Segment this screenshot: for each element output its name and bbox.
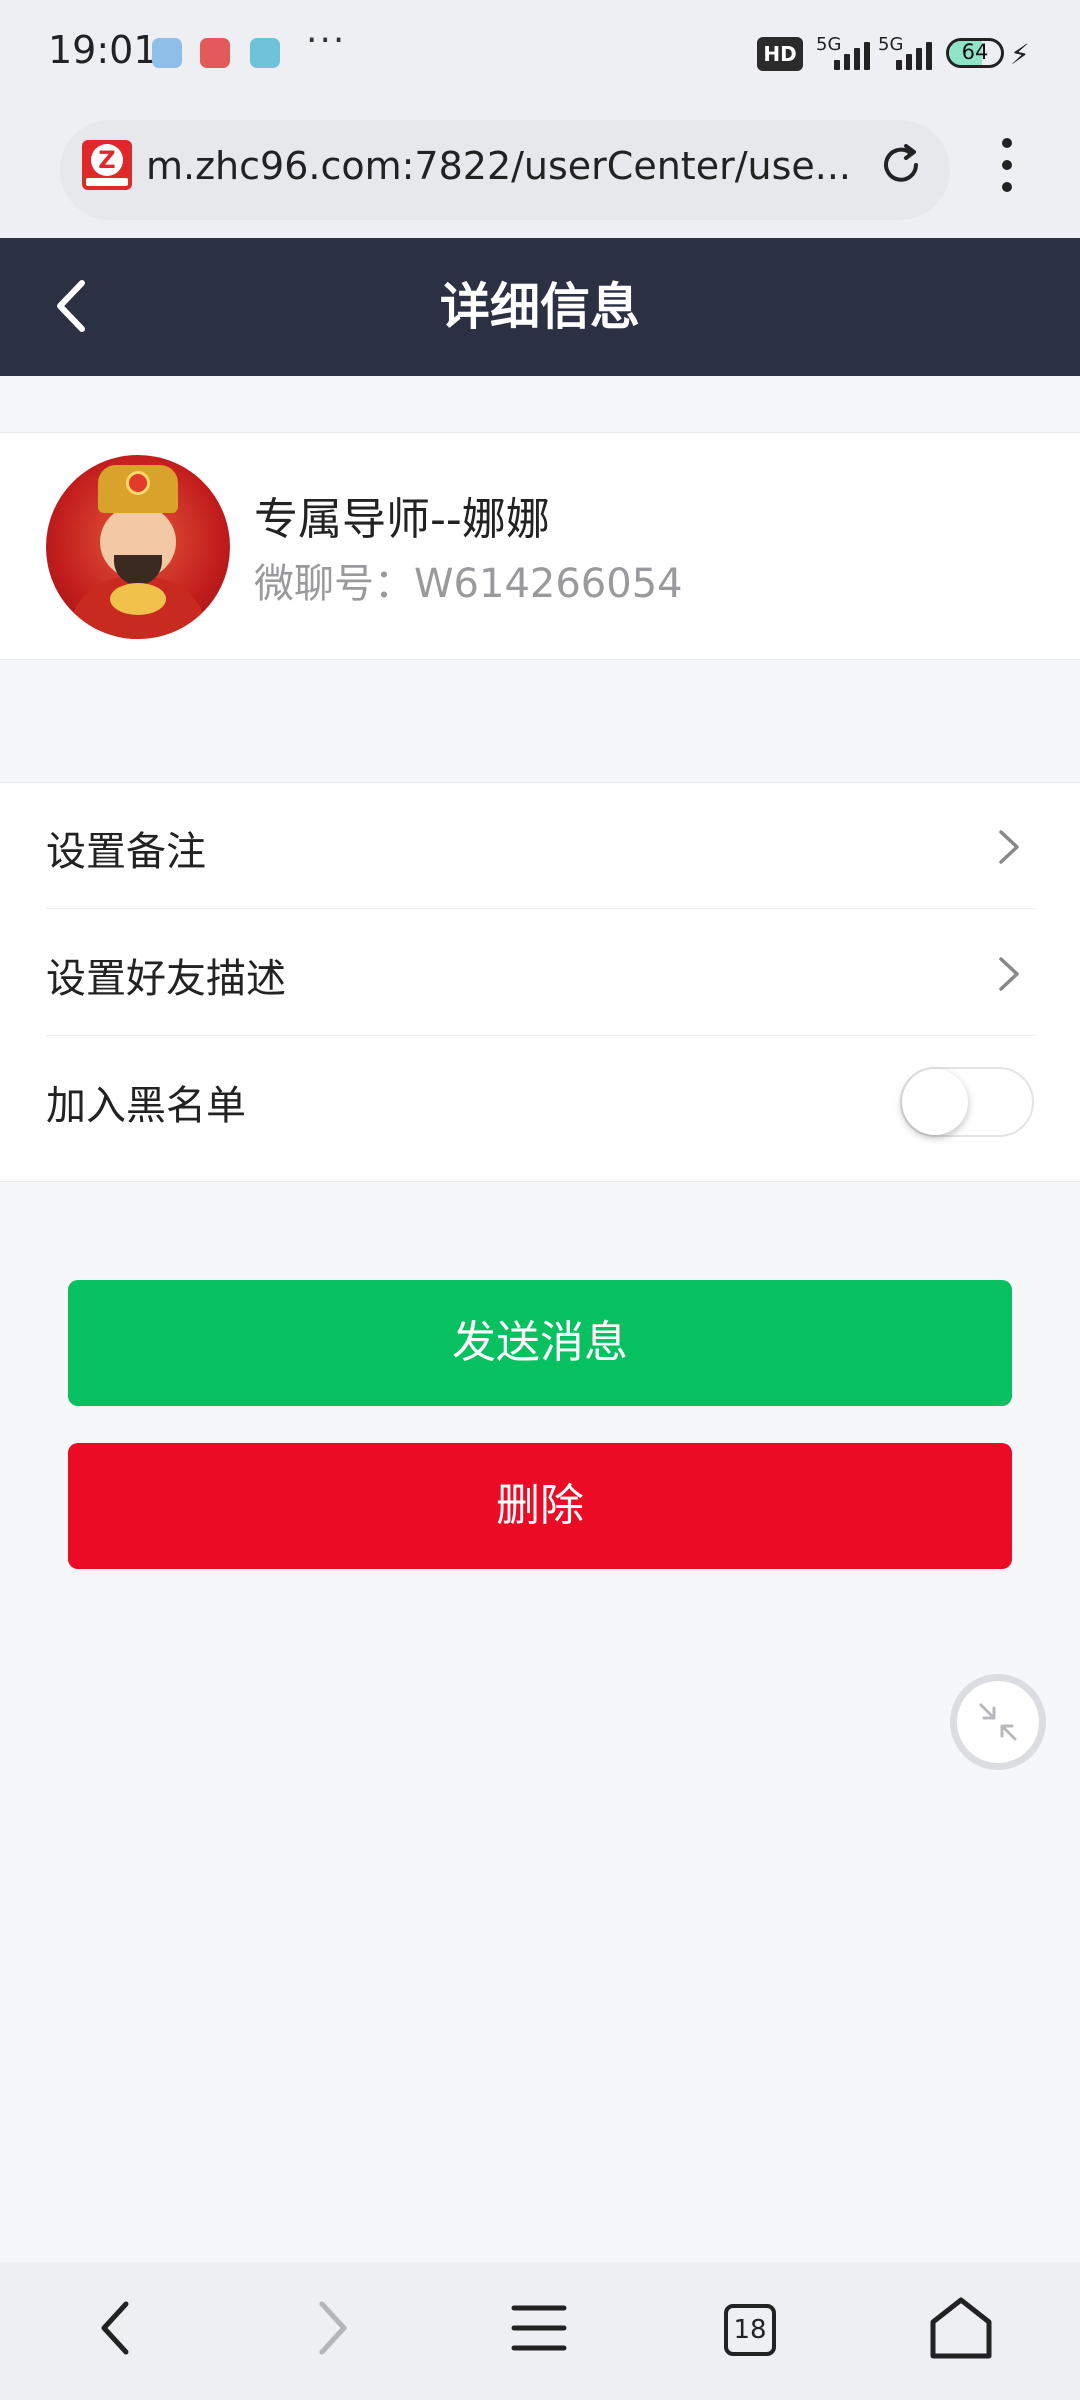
avatar [46, 455, 230, 639]
cloud-app-icon [152, 38, 182, 68]
chevron-right-icon [999, 830, 1019, 864]
set-remark-row[interactable]: 设置备注 [0, 783, 1080, 909]
nav-home-icon[interactable] [916, 2288, 1006, 2368]
profile-card: 专属导师--娜娜 微聊号：W614266054 [0, 432, 1080, 660]
delete-button[interactable]: 删除 [68, 1443, 1012, 1569]
swirl-app-icon [250, 38, 280, 68]
set-description-row[interactable]: 设置好友描述 [0, 910, 1080, 1036]
reload-icon[interactable] [876, 140, 926, 190]
signal-icon-1: 5G [816, 34, 876, 74]
browser-menu-icon[interactable] [992, 134, 1022, 196]
toggle-knob [902, 1069, 968, 1135]
red-app-icon [200, 38, 230, 68]
nav-forward-icon[interactable] [284, 2288, 374, 2368]
charging-icon: ⚡ [1010, 38, 1030, 71]
collapse-arrows-icon [979, 1703, 1017, 1741]
nav-back-icon[interactable] [74, 2288, 164, 2368]
blacklist-toggle[interactable] [900, 1067, 1034, 1137]
set-description-label: 设置好友描述 [46, 956, 286, 1002]
signal-icon-2: 5G [878, 34, 938, 74]
send-message-button[interactable]: 发送消息 [68, 1280, 1012, 1406]
settings-list: 设置备注 设置好友描述 加入黑名单 [0, 782, 1080, 1182]
floating-collapse-button[interactable] [950, 1674, 1046, 1770]
nav-menu-icon[interactable] [494, 2288, 584, 2368]
page-title: 详细信息 [440, 278, 640, 336]
contact-id: 微聊号：W614266054 [254, 561, 683, 607]
status-time: 19:01 [48, 28, 158, 72]
status-bar: 19:01 ··· HD 5G 5G 64 ⚡ [0, 0, 1080, 110]
url-text[interactable]: m.zhc96.com:7822/userCenter/use... [146, 140, 856, 192]
page-header: 详细信息 [0, 238, 1080, 376]
more-notifications-icon: ··· [306, 20, 347, 61]
battery-icon: 64 [946, 38, 1004, 68]
set-remark-label: 设置备注 [46, 829, 206, 875]
contact-name: 专属导师--娜娜 [254, 494, 550, 545]
network-type-label: 5G [816, 34, 842, 55]
browser-bottom-nav [0, 2262, 1080, 2400]
chevron-right-icon [999, 957, 1019, 991]
tabs-count-button[interactable]: 18 [724, 2304, 776, 2356]
hd-voice-badge: HD [757, 37, 803, 71]
network-type-label: 5G [878, 34, 904, 55]
blacklist-label: 加入黑名单 [46, 1083, 246, 1129]
battery-level: 64 [961, 40, 989, 64]
site-favicon-icon: Z [82, 140, 132, 190]
blacklist-row: 加入黑名单 [0, 1037, 1080, 1163]
